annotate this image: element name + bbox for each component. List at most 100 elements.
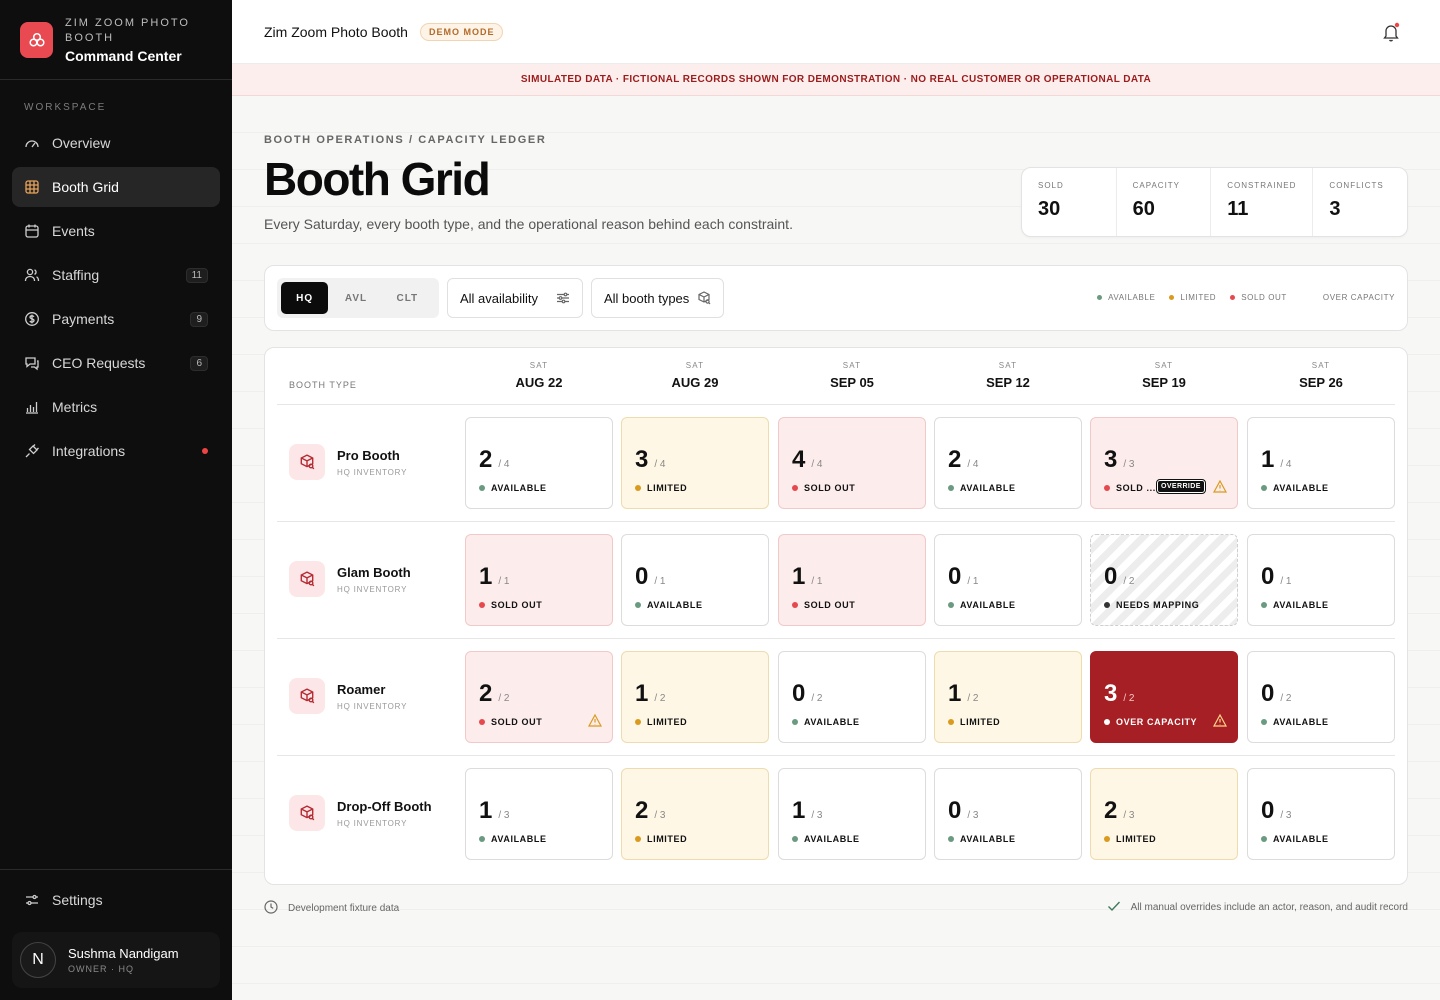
booth-cell[interactable]: 0 / 2 AVAILABLE [778,651,926,743]
sidebar-item-payments[interactable]: Payments 9 [12,299,220,339]
legend-dot [1230,295,1236,300]
bell-icon[interactable] [1382,22,1400,47]
status-label: AVAILABLE [804,834,860,844]
booth-cell[interactable]: 3 / 3 SOLD ... OVERRIDE [1090,417,1238,509]
capacity-count: / 1 [1280,576,1292,587]
booth-cell[interactable]: 1 / 2 LIMITED [621,651,769,743]
cell-count: 0 / 2 [1261,680,1291,708]
booth-cell[interactable]: 2 / 4 AVAILABLE [934,417,1082,509]
booth-cell[interactable]: 0 / 1 AVAILABLE [934,534,1082,626]
booth-cell[interactable]: 2 / 2 SOLD OUT [465,651,613,743]
sidebar-item-integrations[interactable]: Integrations [12,431,220,471]
cell-status: AVAILABLE [1261,834,1329,844]
booth-cell[interactable]: 2 / 3 LIMITED [1090,768,1238,860]
booth-cell[interactable]: 1 / 3 AVAILABLE [465,768,613,860]
sold-count: 2 [948,446,962,473]
sidebar-item-label: Metrics [52,399,98,415]
booth-type-name: Pro Booth [337,447,400,463]
cell-count: 4 / 4 [792,446,822,474]
sidebar-item-metrics[interactable]: Metrics [12,387,220,427]
audit-note-text: All manual overrides include an actor, r… [1130,902,1408,913]
status-dot [1261,836,1267,842]
cell-count: 3 / 4 [635,446,665,474]
kpi-value: 60 [1132,198,1155,220]
booth-cell[interactable]: 0 / 3 AVAILABLE [1247,768,1395,860]
date-column-header: SAT SEP 12 [934,361,1082,390]
availability-filter[interactable]: All availability [447,278,583,318]
status-label: SOLD OUT [491,717,543,727]
filter-bar: HQ AVL CLT All availability All booth ty… [264,265,1408,331]
status-label: AVAILABLE [960,483,1016,493]
sidebar-item-events[interactable]: Events [12,211,220,251]
kpi-sold: SOLD 30 [1022,168,1117,236]
status-dot [792,836,798,842]
cell-status: SOLD OUT [792,483,855,493]
sidebar-item-overview[interactable]: Overview [12,123,220,163]
capacity-count: / 1 [654,576,666,587]
status-legend: AVAILABLE LIMITED SOLD OUT OVER CAPACITY [1083,293,1395,302]
status-dot [479,485,485,491]
booth-cell[interactable]: 2 / 4 AVAILABLE [465,417,613,509]
status-label: AVAILABLE [491,834,547,844]
location-tab-clt[interactable]: CLT [384,282,431,314]
date-weekday: SAT [1154,361,1174,370]
sidebar-item-booth-grid[interactable]: Booth Grid [12,167,220,207]
booth-cell[interactable]: 3 / 2 OVER CAPACITY [1090,651,1238,743]
capacity-count: / 2 [967,693,979,704]
status-dot [635,719,641,725]
legend-dot [1097,295,1103,300]
sold-count: 1 [479,797,493,824]
sliders-icon [556,291,570,308]
date-column-header: SAT SEP 19 [1090,361,1238,390]
booth-type-filter-value: All booth types [604,290,690,306]
sidebar-item-staffing[interactable]: Staffing 11 [12,255,220,295]
sold-count: 2 [1104,797,1118,824]
booth-type-inventory: HQ INVENTORY [337,701,408,711]
cell-count: 0 / 3 [948,797,978,825]
cell-status: AVAILABLE [948,600,1016,610]
sidebar-item-label: Overview [52,135,111,151]
booth-type-filter[interactable]: All booth types [591,278,724,318]
sidebar-item-ceo-requests[interactable]: CEO Requests 6 [12,343,220,383]
capacity-count: / 3 [654,810,666,821]
sidebar-footer: Settings N Sushma Nandigam OWNER · HQ [0,869,232,1000]
audit-note: All manual overrides include an actor, r… [1107,900,1408,915]
status-dot [479,836,485,842]
date-label: SEP 12 [986,375,1030,390]
status-dot [1261,719,1267,725]
sidebar-item-settings[interactable]: Settings [12,880,220,920]
user-card[interactable]: N Sushma Nandigam OWNER · HQ [12,932,220,988]
booth-cell[interactable]: 1 / 1 SOLD OUT [778,534,926,626]
check-icon [1107,900,1121,915]
location-tab-avl[interactable]: AVL [332,282,379,314]
cell-count: 3 / 2 [1104,680,1134,708]
booth-cell[interactable]: 4 / 4 SOLD OUT [778,417,926,509]
cell-status: NEEDS MAPPING [1104,600,1199,610]
kpi-label: CAPACITY [1132,181,1181,190]
status-label: AVAILABLE [647,600,703,610]
location-tab-hq[interactable]: HQ [281,282,329,314]
capacity-count: / 2 [1280,693,1292,704]
booth-cell[interactable]: 1 / 2 LIMITED [934,651,1082,743]
booth-cell[interactable]: 0 / 1 AVAILABLE [1247,534,1395,626]
capacity-count: / 2 [1123,693,1135,704]
booth-cell[interactable]: 1 / 1 SOLD OUT [465,534,613,626]
sold-count: 3 [1104,680,1118,707]
booth-cell[interactable]: 1 / 4 AVAILABLE [1247,417,1395,509]
booth-cell[interactable]: 3 / 4 LIMITED [621,417,769,509]
sidebar-item-label: Payments [52,311,115,327]
booth-cell[interactable]: 0 / 1 AVAILABLE [621,534,769,626]
booth-cell[interactable]: 0 / 3 AVAILABLE [934,768,1082,860]
booth-cell[interactable]: 2 / 3 LIMITED [621,768,769,860]
status-label: SOLD OUT [804,600,856,610]
cell-status: SOLD OUT [479,717,542,727]
sold-count: 1 [1261,446,1275,473]
integrations-alert-dot [202,448,208,454]
status-dot [479,602,485,608]
cell-count: 1 / 1 [792,563,822,591]
booth-cell[interactable]: 1 / 3 AVAILABLE [778,768,926,860]
status-label: AVAILABLE [960,600,1016,610]
app-title: Zim Zoom Photo Booth [264,23,408,40]
booth-cell[interactable]: 0 / 2 NEEDS MAPPING [1090,534,1238,626]
booth-cell[interactable]: 0 / 2 AVAILABLE [1247,651,1395,743]
